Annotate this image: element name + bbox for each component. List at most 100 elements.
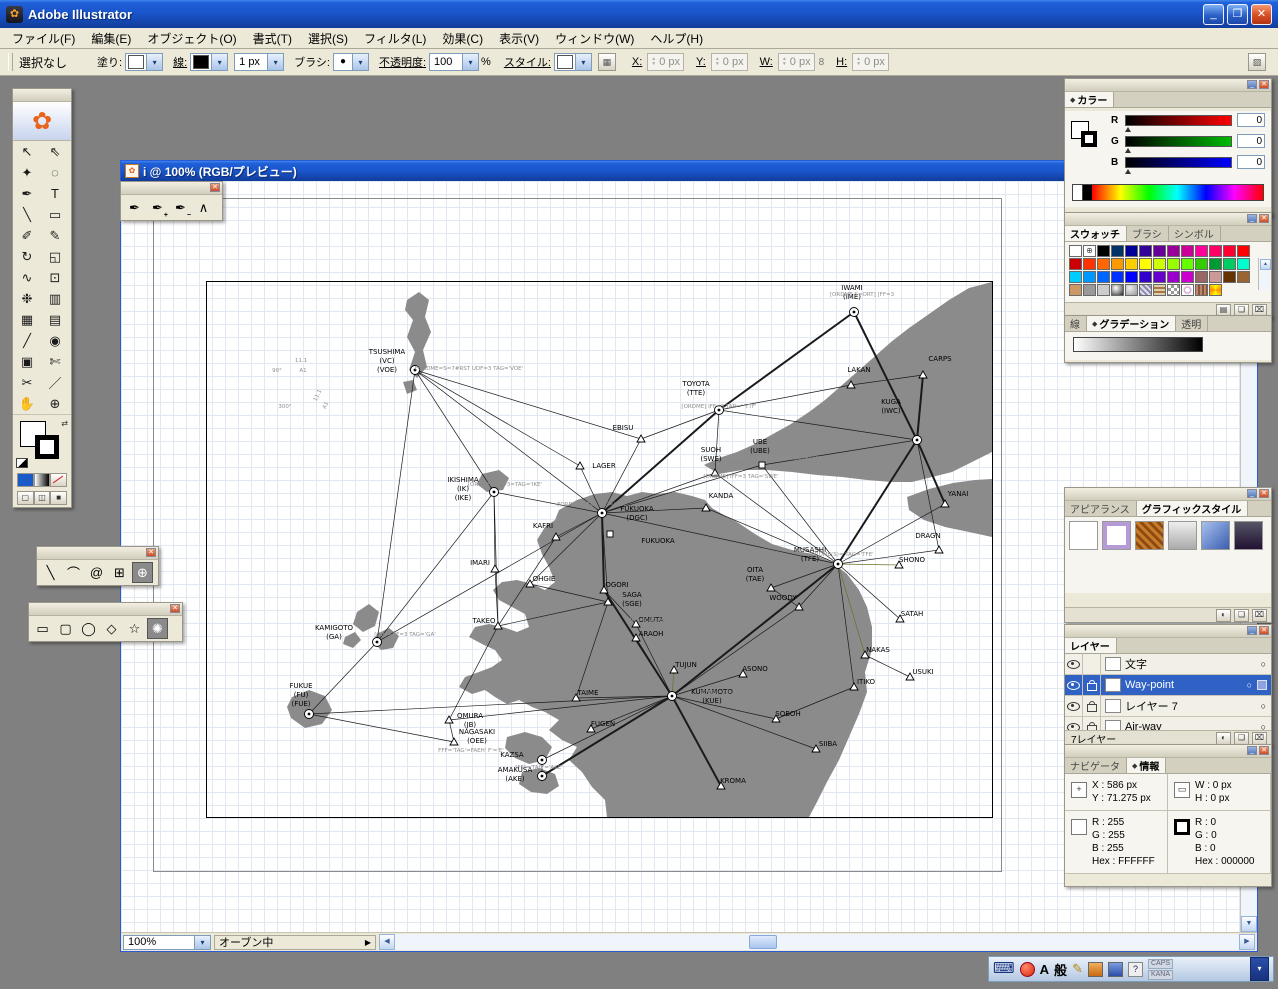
gradient-tool[interactable]: ▤ — [41, 309, 69, 330]
layer-name[interactable]: 文字 — [1125, 656, 1256, 672]
color-swatch[interactable] — [1153, 271, 1166, 283]
pattern-swatch[interactable] — [1195, 284, 1208, 296]
gradient-button[interactable] — [34, 473, 51, 487]
waypoint-label[interactable]: NAGASAKI(OEE) — [459, 728, 495, 745]
color-swatch[interactable] — [1195, 271, 1208, 283]
ime-input-mode[interactable]: A — [1040, 962, 1049, 977]
airway-line[interactable] — [865, 655, 910, 677]
panel-titlebar[interactable]: _ ✕ — [1065, 213, 1271, 226]
pen-tool[interactable]: ✒ — [124, 197, 145, 218]
style-select[interactable]: ▾ — [554, 53, 592, 71]
scale-tool[interactable]: ◱ — [41, 246, 69, 267]
panel-titlebar[interactable]: _ ✕ — [1065, 79, 1271, 92]
hand-tool[interactable]: ✋ — [13, 393, 41, 414]
menu-object[interactable]: オブジェクト(O) — [139, 28, 244, 49]
status-display[interactable]: オーブン中▶ — [214, 935, 376, 950]
color-swatch[interactable] — [1223, 245, 1236, 257]
blend-tool[interactable]: ◉ — [41, 330, 69, 351]
document-setup-icon[interactable]: ▦ — [598, 53, 616, 71]
green-value-field[interactable]: 0 — [1237, 134, 1265, 148]
color-swatch[interactable] — [1139, 245, 1152, 257]
direct-selection-tool[interactable]: ⇖ — [41, 141, 69, 162]
menu-edit[interactable]: 編集(E) — [83, 28, 139, 49]
waypoint-label[interactable]: ARAOH — [639, 630, 664, 638]
graphic-style-thumbnail[interactable] — [1102, 521, 1131, 550]
rotate-tool[interactable]: ↻ — [13, 246, 41, 267]
pattern-swatch[interactable] — [1111, 284, 1124, 296]
blue-value-field[interactable]: 0 — [1237, 155, 1265, 169]
layer-visibility-toggle[interactable] — [1065, 696, 1083, 716]
panel-close-button[interactable]: ✕ — [1259, 746, 1269, 755]
arc-tool[interactable]: ⌒ — [63, 562, 84, 583]
ellipse-tool[interactable]: ◯ — [78, 618, 99, 639]
fullscreen-mode-button[interactable]: ■ — [50, 491, 67, 505]
waypoint-label[interactable]: FUKUOKA — [641, 537, 675, 545]
panel-titlebar[interactable]: _ ✕ — [1065, 625, 1271, 638]
color-swatch[interactable] — [1195, 258, 1208, 270]
color-swatch[interactable] — [1097, 258, 1110, 270]
color-swatch[interactable] — [1209, 245, 1222, 257]
tab-color[interactable]: ◆カラー — [1065, 92, 1114, 107]
waypoint-label[interactable]: UBE(UBE) — [750, 438, 770, 455]
color-swatch[interactable] — [1097, 284, 1110, 296]
blue-slider[interactable] — [1125, 157, 1232, 168]
slice-tool[interactable]: ✄ — [41, 351, 69, 372]
red-value-field[interactable]: 0 — [1237, 113, 1265, 127]
layer-row[interactable]: レイヤー 7○ — [1065, 696, 1271, 717]
paintbrush-tool[interactable]: ✐ — [13, 225, 41, 246]
waypoint-label[interactable]: KAFRI — [533, 522, 553, 530]
style-label[interactable]: スタイル: — [504, 54, 551, 70]
delete-anchor-point-tool[interactable]: ✒− — [170, 197, 191, 218]
waypoint-label[interactable]: SATAH — [901, 610, 924, 618]
waypoint-label[interactable]: LAKAN — [847, 366, 870, 374]
layer-target-icon[interactable]: ○ — [1261, 701, 1266, 711]
airway-line[interactable] — [415, 370, 602, 513]
constrain-proportions-icon[interactable]: 8 — [819, 57, 825, 68]
tab-gradient[interactable]: ◆グラデーション — [1087, 316, 1176, 331]
graphic-style-thumbnail[interactable] — [1201, 521, 1230, 550]
color-swatch[interactable] — [1181, 245, 1194, 257]
palette-titlebar[interactable]: ✕ — [37, 547, 158, 560]
palette-titlebar[interactable]: ✕ — [29, 603, 182, 616]
waypoint-label[interactable]: WOODY — [769, 594, 797, 602]
airway-line[interactable] — [309, 714, 454, 742]
color-swatch[interactable] — [1083, 271, 1096, 283]
airway-line[interactable] — [377, 370, 415, 642]
color-swatch[interactable] — [1237, 258, 1250, 270]
waypoint-label[interactable]: SUOH(SWE) — [700, 446, 722, 463]
toolbox-titlebar[interactable] — [13, 89, 71, 102]
waypoint-ndb-marker[interactable] — [607, 531, 613, 537]
color-swatch[interactable] — [1167, 245, 1180, 257]
color-swatch[interactable] — [1181, 258, 1194, 270]
layer-lock-toggle[interactable] — [1083, 654, 1101, 674]
panel-close-button[interactable]: ✕ — [1259, 489, 1269, 498]
selection-tool[interactable]: ↖ — [13, 141, 41, 162]
color-swatch[interactable] — [1139, 258, 1152, 270]
star-tool[interactable]: ☆ — [124, 618, 145, 639]
waypoint-label[interactable]: OGORI — [605, 581, 628, 589]
layer-thumbnail[interactable] — [1105, 657, 1121, 671]
color-swatch[interactable] — [1139, 271, 1152, 283]
layer-name[interactable]: Way-point — [1125, 679, 1242, 691]
panel-minimize-button[interactable]: _ — [1247, 746, 1257, 755]
menu-filter[interactable]: フィルタ(L) — [356, 28, 434, 49]
standard-screen-mode-button[interactable]: ▢ — [17, 491, 34, 505]
menu-effect[interactable]: 効果(C) — [434, 28, 491, 49]
color-swatch[interactable] — [1069, 245, 1082, 257]
tab-transparency[interactable]: 透明 — [1176, 316, 1208, 331]
w-field[interactable]: ▲▼0 px — [778, 53, 815, 71]
pattern-swatch[interactable] — [1167, 284, 1180, 296]
artboard[interactable]: IWAMI(IME)CARPSTSUSHIMA(VC)(VOE)TOYOTA(T… — [206, 281, 993, 818]
ime-tools-icon[interactable] — [1088, 962, 1103, 977]
swatch-scrollbar[interactable]: ▲ — [1258, 258, 1270, 290]
polygon-tool[interactable]: ◇ — [101, 618, 122, 639]
panel-close-button[interactable]: ✕ — [1259, 626, 1269, 635]
waypoint-label[interactable]: SOBOH — [775, 710, 800, 718]
flare-tool[interactable]: ✺ — [147, 618, 168, 639]
default-fill-stroke-icon[interactable] — [16, 458, 28, 468]
menu-view[interactable]: 表示(V) — [491, 28, 547, 49]
y-field[interactable]: ▲▼0 px — [711, 53, 748, 71]
app-titlebar[interactable]: ✿ Adobe Illustrator _ ❐ ✕ — [0, 0, 1278, 28]
pencil-tool[interactable]: ✎ — [41, 225, 69, 246]
panel-minimize-button[interactable]: _ — [1247, 489, 1257, 498]
